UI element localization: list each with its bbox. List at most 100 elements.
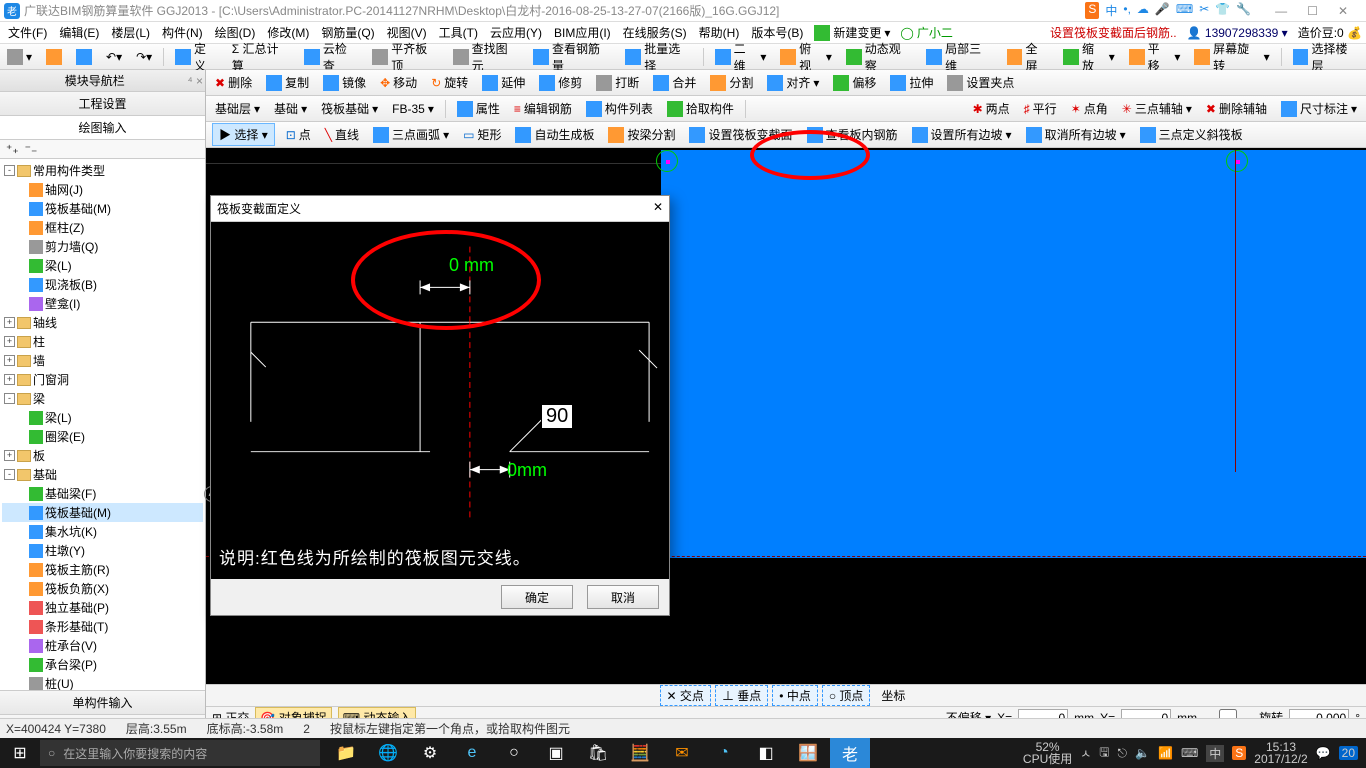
tree-node[interactable]: 筏板负筋(X) bbox=[2, 579, 203, 598]
set-slope-tool[interactable]: 设置所有边坡▾ bbox=[909, 125, 1015, 144]
three-point-aux-button[interactable]: ✳三点辅轴▾ bbox=[1119, 99, 1195, 118]
component-tree[interactable]: -常用构件类型轴网(J)筏板基础(M)框柱(Z)剪力墙(Q)梁(L)现浇板(B)… bbox=[0, 159, 205, 690]
tab-project[interactable]: 工程设置 bbox=[0, 92, 205, 116]
tree-node[interactable]: 梁(L) bbox=[2, 408, 203, 427]
tree-node[interactable]: +柱 bbox=[2, 332, 203, 351]
snap-intersect[interactable]: ✕ 交点 bbox=[660, 685, 711, 706]
system-tray[interactable]: 52%CPU使用 ㅅ🖫⎋🔈📶⌨ 中 S 15:132017/12/2 💬20 bbox=[1015, 741, 1366, 765]
tree-node[interactable]: 基础梁(F) bbox=[2, 484, 203, 503]
pick-button[interactable]: 拾取构件 bbox=[664, 99, 737, 118]
new-icon[interactable]: ▾ bbox=[4, 48, 35, 66]
taskbar-apps[interactable]: 📁🌐⚙e ○▣🛍🧮 ✉◔◧ 🪟老 bbox=[326, 738, 870, 768]
del-aux-button[interactable]: ✖删除辅轴 bbox=[1203, 99, 1270, 118]
tree-node[interactable]: -常用构件类型 bbox=[2, 161, 203, 180]
workspace: 模块导航栏⁴ × 工程设置 绘图输入 ⁺₊⁻₋ -常用构件类型轴网(J)筏板基础… bbox=[0, 70, 1366, 738]
two-point-button[interactable]: ✱两点 bbox=[970, 99, 1013, 118]
prop-button[interactable]: 属性 bbox=[454, 99, 503, 118]
snap-coord[interactable]: 坐标 bbox=[874, 685, 912, 706]
point-tool[interactable]: ⊡点 bbox=[283, 125, 314, 144]
tree-node[interactable]: 桩(U) bbox=[2, 674, 203, 690]
auto-board-tool[interactable]: 自动生成板 bbox=[512, 125, 597, 144]
split-by-beam-tool[interactable]: 按梁分割 bbox=[605, 125, 678, 144]
tree-node[interactable]: 桩承台(V) bbox=[2, 636, 203, 655]
tree-node[interactable]: +板 bbox=[2, 446, 203, 465]
align-button[interactable]: 对齐▾ bbox=[764, 73, 822, 92]
ime-toolbar[interactable]: S 中•,☁🎤⌨✂👕🔧 bbox=[1085, 2, 1251, 19]
titlebar: 老 广联达BIM钢筋算量软件 GGJ2013 - [C:\Users\Admin… bbox=[0, 0, 1366, 22]
tree-node[interactable]: 承台梁(P) bbox=[2, 655, 203, 674]
menu-floor[interactable]: 楼层(L) bbox=[107, 22, 154, 43]
grip-button[interactable]: 设置夹点 bbox=[944, 73, 1017, 92]
mirror-button[interactable]: 镜像 bbox=[320, 73, 369, 92]
extend-button[interactable]: 延伸 bbox=[479, 73, 528, 92]
break-button[interactable]: 打断 bbox=[593, 73, 642, 92]
copy-button[interactable]: 复制 bbox=[263, 73, 312, 92]
tree-node[interactable]: 条形基础(T) bbox=[2, 617, 203, 636]
dim-button[interactable]: 尺寸标注▾ bbox=[1278, 99, 1360, 118]
split-button[interactable]: 分割 bbox=[707, 73, 756, 92]
redo-icon[interactable]: ↷▾ bbox=[133, 49, 155, 65]
tree-node[interactable]: 轴网(J) bbox=[2, 180, 203, 199]
tree-node[interactable]: 梁(L) bbox=[2, 256, 203, 275]
tree-node[interactable]: 剪力墙(Q) bbox=[2, 237, 203, 256]
tree-node[interactable]: 壁龛(I) bbox=[2, 294, 203, 313]
undo-icon[interactable]: ↶▾ bbox=[103, 49, 125, 65]
arc-tool[interactable]: 三点画弧▾ bbox=[370, 125, 452, 144]
offset-button[interactable]: 偏移 bbox=[830, 73, 879, 92]
parallel-button[interactable]: ♯平行 bbox=[1021, 99, 1060, 118]
tree-node[interactable]: -梁 bbox=[2, 389, 203, 408]
sel-layer[interactable]: 基础层 ▾ bbox=[212, 99, 263, 118]
tree-node[interactable]: -基础 bbox=[2, 465, 203, 484]
menu-file[interactable]: 文件(F) bbox=[4, 22, 51, 43]
tree-node[interactable]: 筏板基础(M) bbox=[2, 503, 203, 522]
close-icon[interactable]: ✕ bbox=[653, 200, 663, 217]
point-angle-button[interactable]: ✶点角 bbox=[1068, 99, 1111, 118]
tree-node[interactable]: +轴线 bbox=[2, 313, 203, 332]
start-button[interactable]: ⊞ bbox=[0, 743, 40, 763]
delete-button[interactable]: ✖删除 bbox=[212, 73, 255, 92]
tab-draw[interactable]: 绘图输入 bbox=[0, 116, 205, 140]
stretch-button[interactable]: 拉伸 bbox=[887, 73, 936, 92]
tree-toolbar[interactable]: ⁺₊⁻₋ bbox=[0, 140, 205, 159]
save-icon[interactable] bbox=[73, 48, 95, 66]
tree-node[interactable]: 筏板基础(M) bbox=[2, 199, 203, 218]
tree-node[interactable]: 圈梁(E) bbox=[2, 427, 203, 446]
window-controls[interactable]: —☐✕ bbox=[1275, 4, 1348, 18]
sel-cat[interactable]: 基础 ▾ bbox=[271, 99, 310, 118]
cancel-button[interactable]: 取消 bbox=[587, 585, 659, 609]
tree-node[interactable]: +墙 bbox=[2, 351, 203, 370]
comp-list-button[interactable]: 构件列表 bbox=[583, 99, 656, 118]
tree-node[interactable]: 柱墩(Y) bbox=[2, 541, 203, 560]
line-tool[interactable]: ╲直线 bbox=[322, 125, 362, 144]
edit-rebar-button[interactable]: ≡编辑钢筋 bbox=[511, 99, 575, 118]
sel-name[interactable]: FB-35 ▾ bbox=[389, 101, 437, 117]
tree-node[interactable]: 筏板主筋(R) bbox=[2, 560, 203, 579]
set-section-tool[interactable]: 设置筏板变截面 bbox=[686, 125, 795, 144]
move-button[interactable]: ✥移动 bbox=[377, 73, 420, 92]
trim-button[interactable]: 修剪 bbox=[536, 73, 585, 92]
view-board-rebar-tool[interactable]: 查看板内钢筋 bbox=[804, 125, 901, 144]
cancel-slope-tool[interactable]: 取消所有边坡▾ bbox=[1023, 125, 1129, 144]
dim-input[interactable]: 90 bbox=[541, 404, 573, 429]
panel-title: 模块导航栏⁴ × bbox=[0, 70, 205, 92]
tree-node[interactable]: +门窗洞 bbox=[2, 370, 203, 389]
tree-node[interactable]: 框柱(Z) bbox=[2, 218, 203, 237]
ok-button[interactable]: 确定 bbox=[501, 585, 573, 609]
snap-mid[interactable]: • 中点 bbox=[772, 685, 818, 706]
open-icon[interactable] bbox=[43, 48, 65, 66]
search-box[interactable]: ○ 在这里输入你要搜索的内容 bbox=[40, 740, 320, 766]
rect-tool[interactable]: ▭矩形 bbox=[460, 125, 504, 144]
menu-edit[interactable]: 编辑(E) bbox=[55, 22, 103, 43]
snap-perp[interactable]: ⊥ 垂点 bbox=[715, 685, 768, 706]
select-tool[interactable]: ▶ 选择 ▾ bbox=[212, 123, 275, 146]
sel-type[interactable]: 筏板基础 ▾ bbox=[318, 99, 381, 118]
tree-node[interactable]: 集水坑(K) bbox=[2, 522, 203, 541]
snap-vertex[interactable]: ○ 顶点 bbox=[822, 685, 871, 706]
account-link[interactable]: 👤 13907298339 ▾ bbox=[1187, 26, 1288, 40]
tree-node[interactable]: 独立基础(P) bbox=[2, 598, 203, 617]
three-point-raft-tool[interactable]: 三点定义斜筏板 bbox=[1137, 125, 1246, 144]
rotate-button[interactable]: ↻旋转 bbox=[428, 73, 471, 92]
tree-node[interactable]: 现浇板(B) bbox=[2, 275, 203, 294]
merge-button[interactable]: 合并 bbox=[650, 73, 699, 92]
tab-single[interactable]: 单构件输入 bbox=[0, 690, 205, 714]
